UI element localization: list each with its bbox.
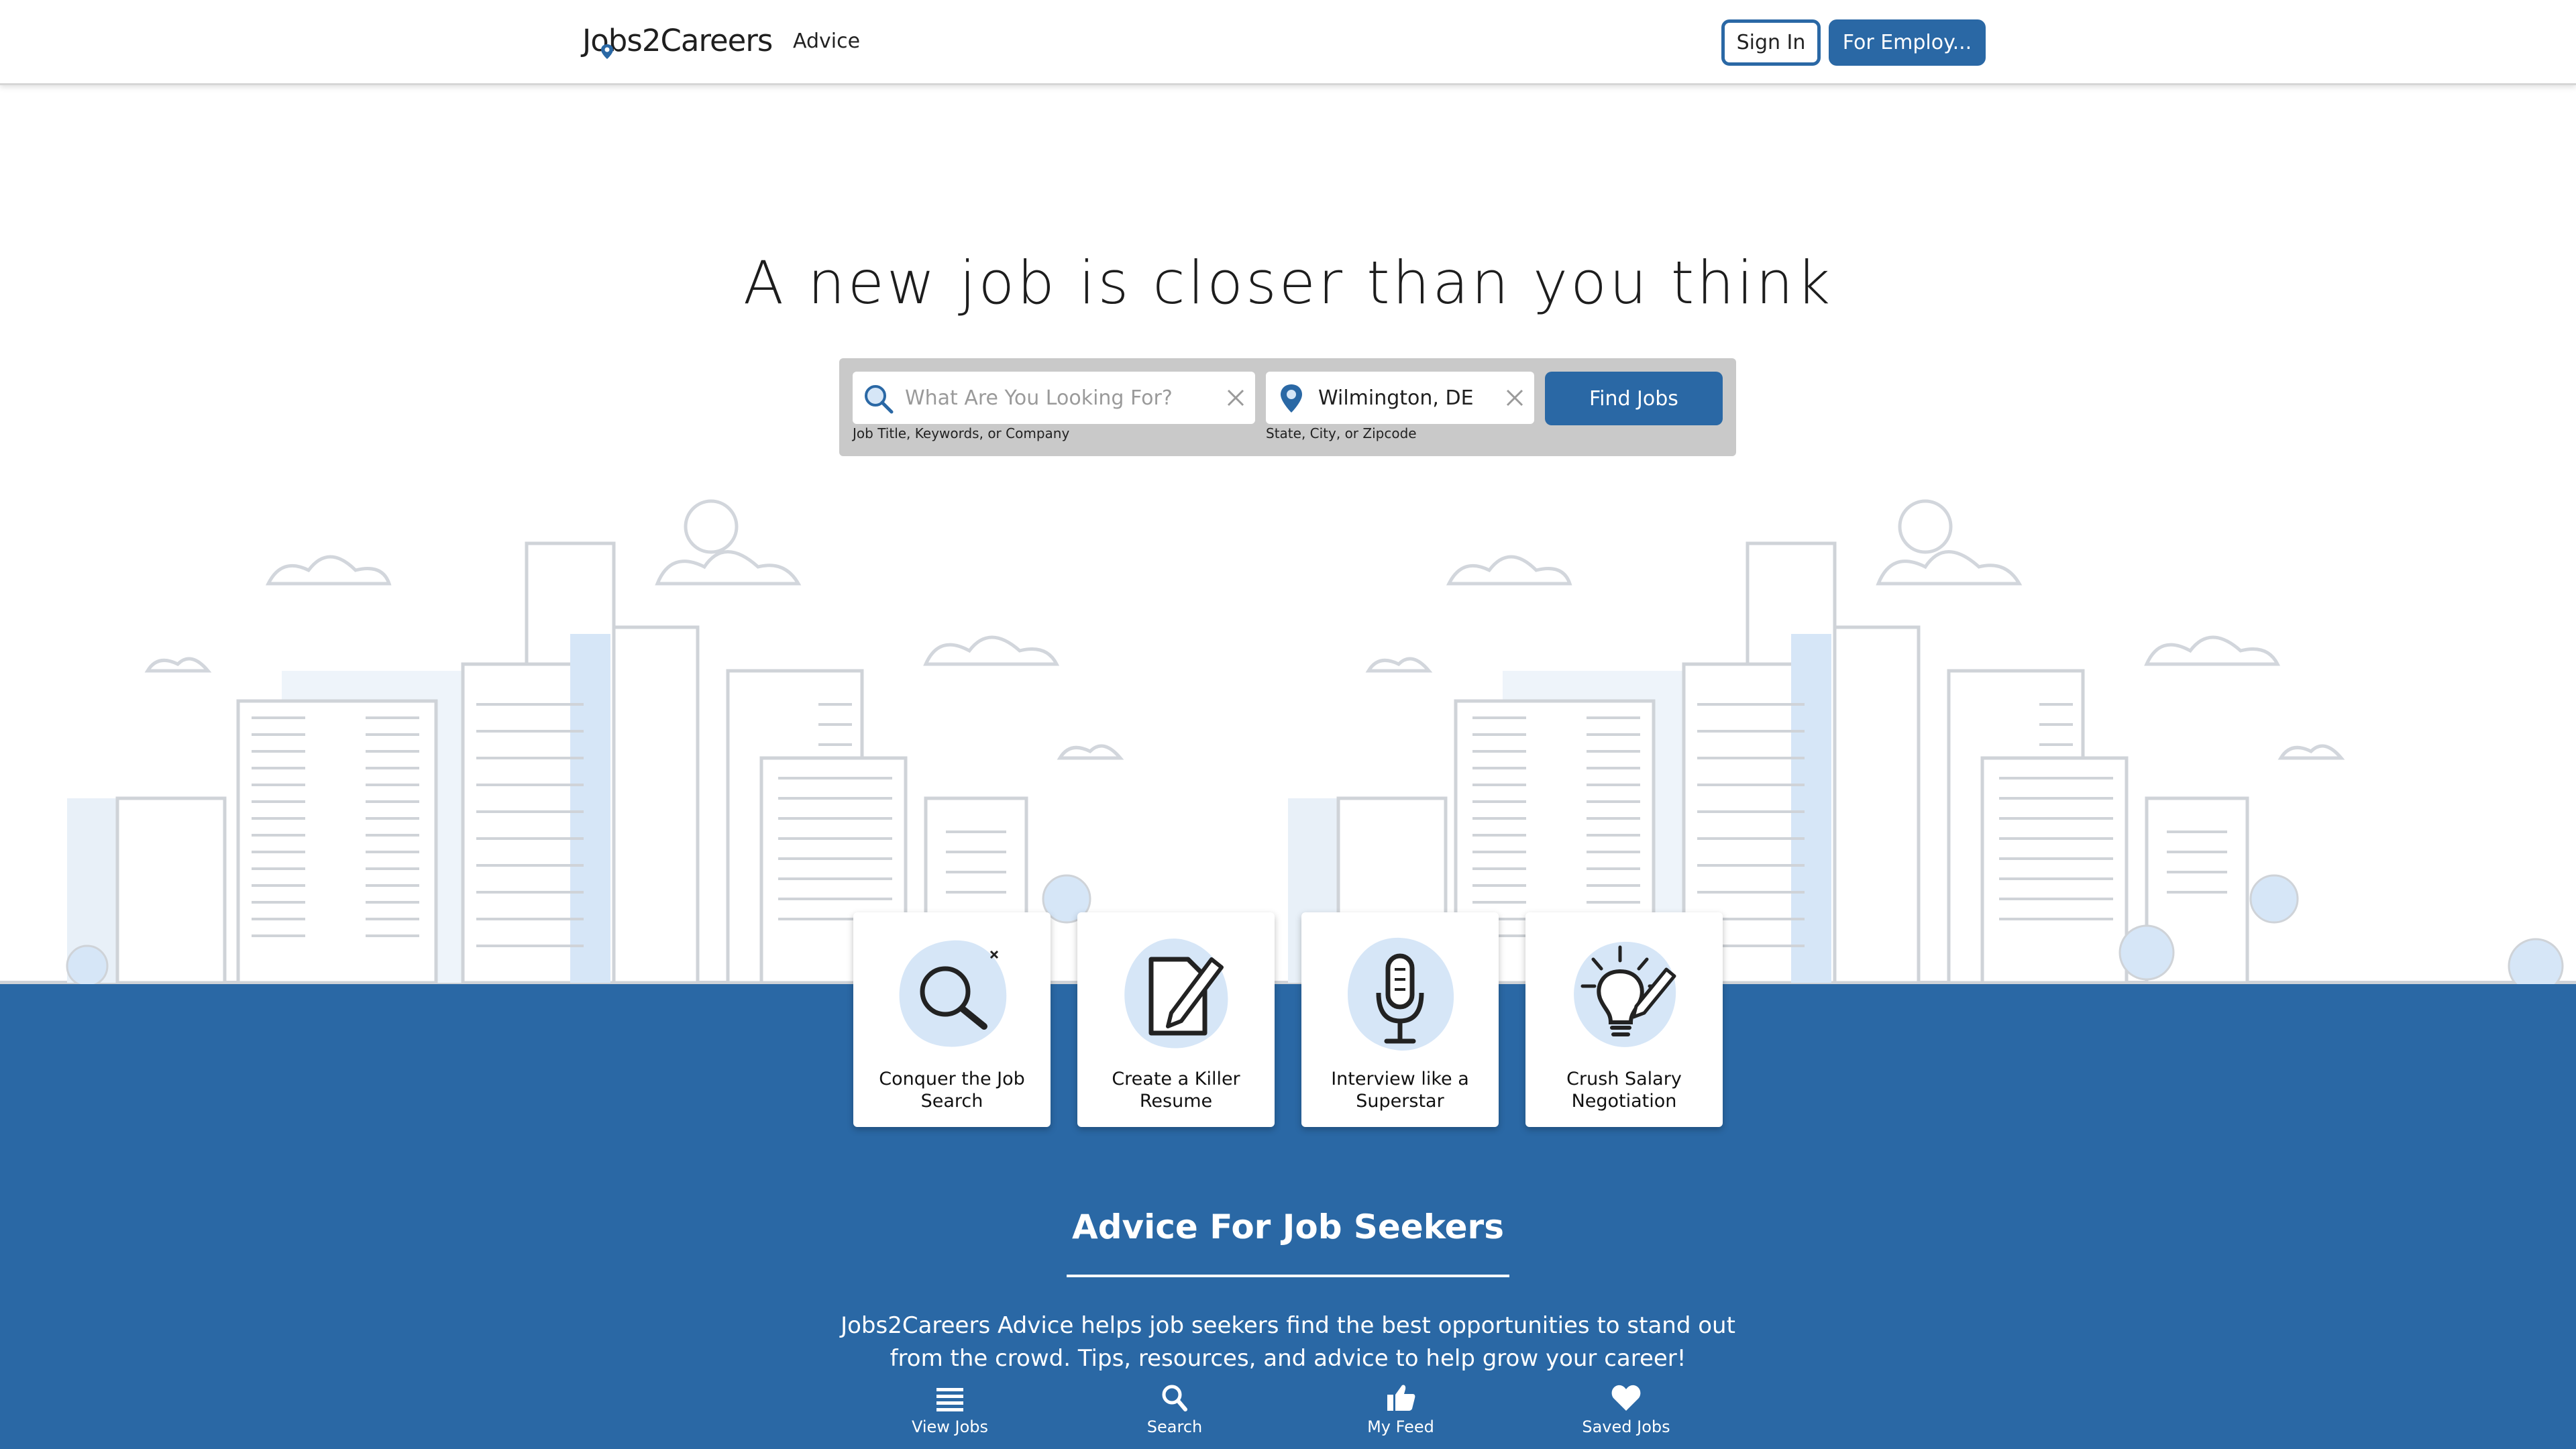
location-hint: State, City, or Zipcode: [1266, 425, 1417, 441]
search-icon: [1162, 1385, 1187, 1411]
card-label: Create a Killer Resume: [1112, 1069, 1240, 1112]
site-header: Jobs2Careers Advice Sign In For Employ..…: [0, 0, 2576, 85]
site-logo[interactable]: Jobs2Careers: [582, 23, 773, 59]
job-search-form: Job Title, Keywords, or Company State, C…: [839, 358, 1736, 456]
card-label: Conquer the Job Search: [879, 1069, 1025, 1112]
for-employers-button[interactable]: For Employ...: [1829, 19, 1986, 66]
keyword-hint: Job Title, Keywords, or Company: [853, 425, 1070, 441]
what-field: [853, 372, 1255, 424]
title-divider: [1067, 1275, 1509, 1277]
bottom-nav-my-feed[interactable]: My Feed: [1334, 1379, 1468, 1436]
nav-advice-link[interactable]: Advice: [793, 30, 860, 53]
card-label: Interview like a Superstar: [1331, 1069, 1469, 1112]
lightbulb-icon: [1574, 941, 1676, 1047]
card-label: Crush Salary Negotiation: [1566, 1069, 1682, 1112]
job-keyword-input[interactable]: [905, 372, 1220, 424]
advice-description: Jobs2Careers Advice helps job seekers fi…: [841, 1312, 1735, 1372]
thumbs-up-icon: [1387, 1385, 1415, 1411]
card-job-search[interactable]: Conquer the Job Search: [853, 912, 1051, 1127]
hero-title: A new job is closer than you think: [743, 248, 1833, 317]
card-interview[interactable]: Interview like a Superstar: [1301, 912, 1499, 1127]
bottom-nav-view-jobs[interactable]: View Jobs: [883, 1379, 1017, 1436]
microphone-icon: [1348, 937, 1454, 1051]
bottom-nav-label: View Jobs: [911, 1417, 989, 1436]
location-pin-icon: [1281, 384, 1302, 413]
bottom-nav-label: My Feed: [1367, 1417, 1434, 1436]
pen-paper-icon: [1124, 938, 1228, 1049]
city-skyline-illustration: [0, 499, 2576, 986]
card-salary[interactable]: Crush Salary Negotiation: [1525, 912, 1723, 1127]
logo-pin-icon: [601, 44, 613, 59]
clear-keyword-icon[interactable]: [1224, 386, 1247, 409]
location-input[interactable]: [1318, 372, 1499, 424]
where-field: [1266, 372, 1534, 424]
advice-title: Advice For Job Seekers: [1072, 1208, 1504, 1246]
heart-icon: [1611, 1385, 1641, 1411]
clear-location-icon[interactable]: [1503, 386, 1526, 409]
bottom-nav-label: Search: [1146, 1417, 1203, 1436]
search-icon: [865, 385, 894, 414]
sign-in-button[interactable]: Sign In: [1721, 19, 1821, 66]
find-jobs-button[interactable]: Find Jobs: [1545, 372, 1723, 425]
bottom-navigation: View Jobs Search My Feed Saved Jobs: [0, 1379, 2576, 1449]
card-resume[interactable]: Create a Killer Resume: [1077, 912, 1275, 1127]
bottom-nav-saved-jobs[interactable]: Saved Jobs: [1559, 1379, 1693, 1436]
list-icon: [936, 1388, 963, 1411]
bottom-nav-search[interactable]: Search: [1108, 1379, 1242, 1436]
bottom-nav-label: Saved Jobs: [1582, 1417, 1670, 1436]
magnifier-icon: [899, 940, 1007, 1047]
